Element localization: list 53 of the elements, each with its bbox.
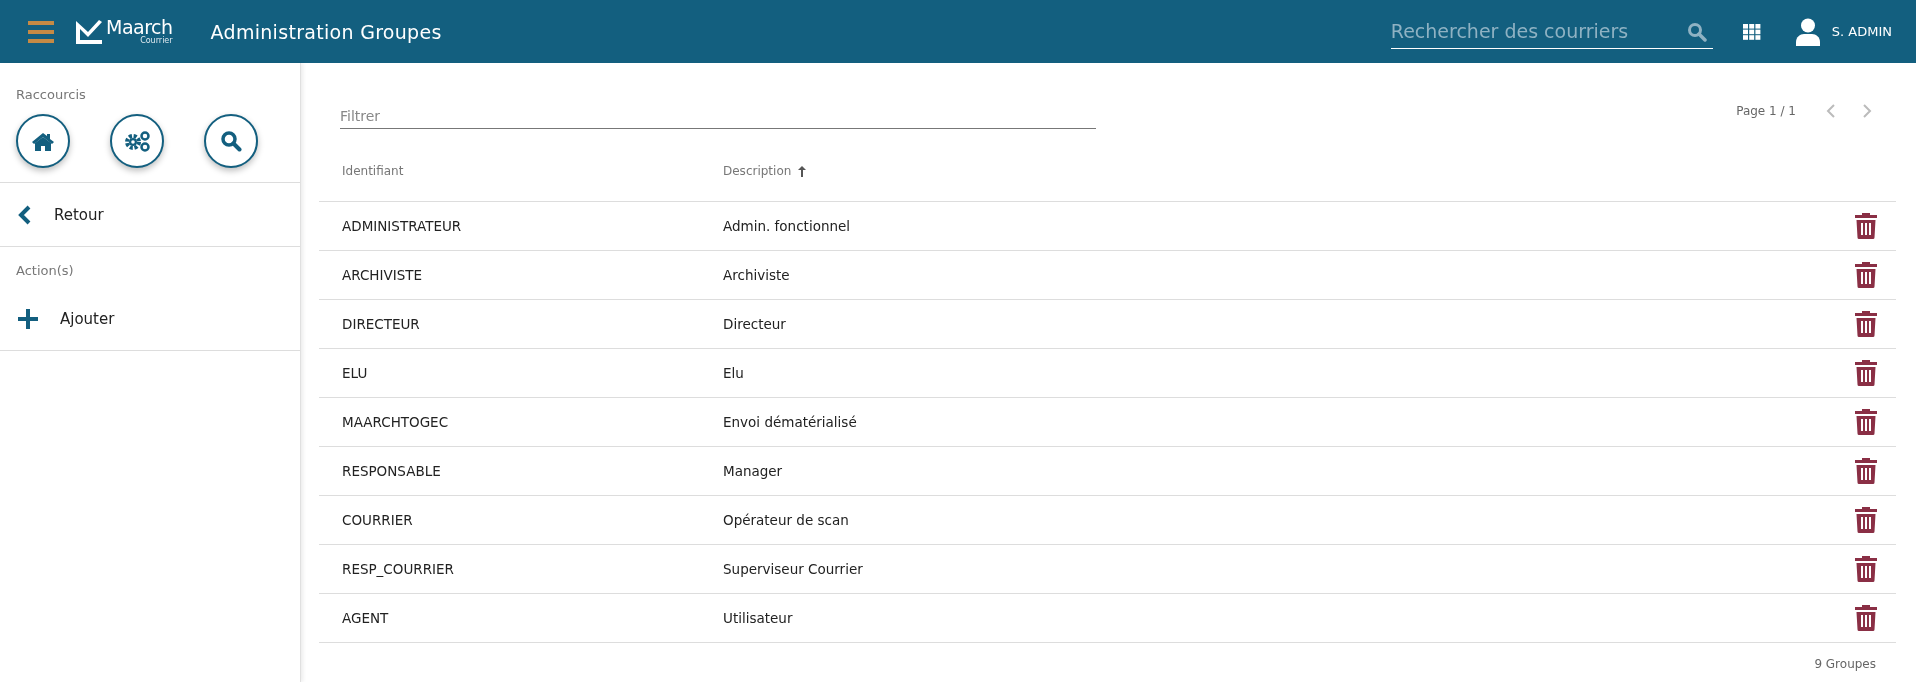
back-link[interactable]: Retour: [0, 183, 300, 247]
page-title: Administration Groupes: [210, 20, 442, 43]
trash-icon[interactable]: [1855, 311, 1877, 337]
plus-icon: [18, 308, 38, 329]
table-cell-text: ADMINISTRATEUR: [341, 218, 463, 234]
table-cell-text: RESPONSABLE: [341, 463, 442, 479]
logo-icon: [74, 17, 104, 46]
table-cell-text: ARCHIVISTE: [341, 267, 424, 283]
section-title: Raccourcis: [15, 86, 87, 102]
chevron-left-icon: [18, 204, 32, 225]
search-button[interactable]: [204, 114, 258, 168]
table-cell-text: Directeur: [722, 316, 787, 332]
trash-icon[interactable]: [1855, 605, 1877, 631]
trash-icon[interactable]: [1855, 409, 1877, 435]
home-button[interactable]: [16, 114, 70, 168]
trash-icon[interactable]: [1855, 458, 1877, 484]
table-cell-text: Elu: [722, 365, 745, 381]
trash-icon[interactable]: [1855, 213, 1877, 239]
gears-icon: [123, 130, 151, 152]
table-cell-text: Opérateur de scan: [722, 512, 850, 528]
apps-grid-icon[interactable]: [1742, 23, 1761, 40]
search-icon: [220, 130, 242, 152]
table-cell-text: COURRIER: [341, 512, 414, 528]
column-header[interactable]: Identifiant: [319, 164, 700, 178]
table-cell-text: Admin. fonctionnel: [722, 218, 852, 234]
table-cell-text: Manager: [722, 463, 784, 479]
table-cell-text: Envoi dématérialisé: [722, 414, 858, 430]
add-link[interactable]: Ajouter: [0, 287, 300, 351]
trash-icon[interactable]: [1855, 360, 1877, 386]
user-menu[interactable]: S. ADMIN: [1794, 17, 1892, 46]
group-count: 9 Groupes: [1814, 657, 1876, 671]
search-field[interactable]: Rechercher des courriers: [1390, 14, 1713, 49]
app-subtitle: Courrier: [140, 36, 173, 45]
sort-arrow-icon: [797, 165, 808, 177]
app-name: Maarch: [106, 17, 173, 37]
table-cell-text: Superviseur Courrier: [722, 561, 864, 577]
home-icon: [31, 131, 55, 151]
settings-button[interactable]: [110, 114, 164, 168]
trash-icon[interactable]: [1855, 507, 1877, 533]
column-header[interactable]: Description: [700, 164, 1836, 178]
table-cell-text: Utilisateur: [722, 610, 794, 626]
section-title: Action(s): [15, 262, 75, 280]
trash-icon[interactable]: [1855, 262, 1877, 288]
search-icon[interactable]: [1686, 21, 1707, 42]
table-cell-text: Archiviste: [722, 267, 791, 283]
page-indicator: Page 1 / 1: [1736, 104, 1796, 118]
table-cell-text: MAARCHTOGEC: [341, 414, 450, 430]
trash-icon[interactable]: [1855, 556, 1877, 582]
table-cell-text: DIRECTEUR: [341, 316, 421, 332]
table-cell-text: AGENT: [341, 610, 390, 626]
user-icon: [1794, 17, 1821, 46]
table-cell-text: RESP_COURRIER: [341, 561, 455, 577]
table-cell-text: ELU: [341, 365, 369, 381]
